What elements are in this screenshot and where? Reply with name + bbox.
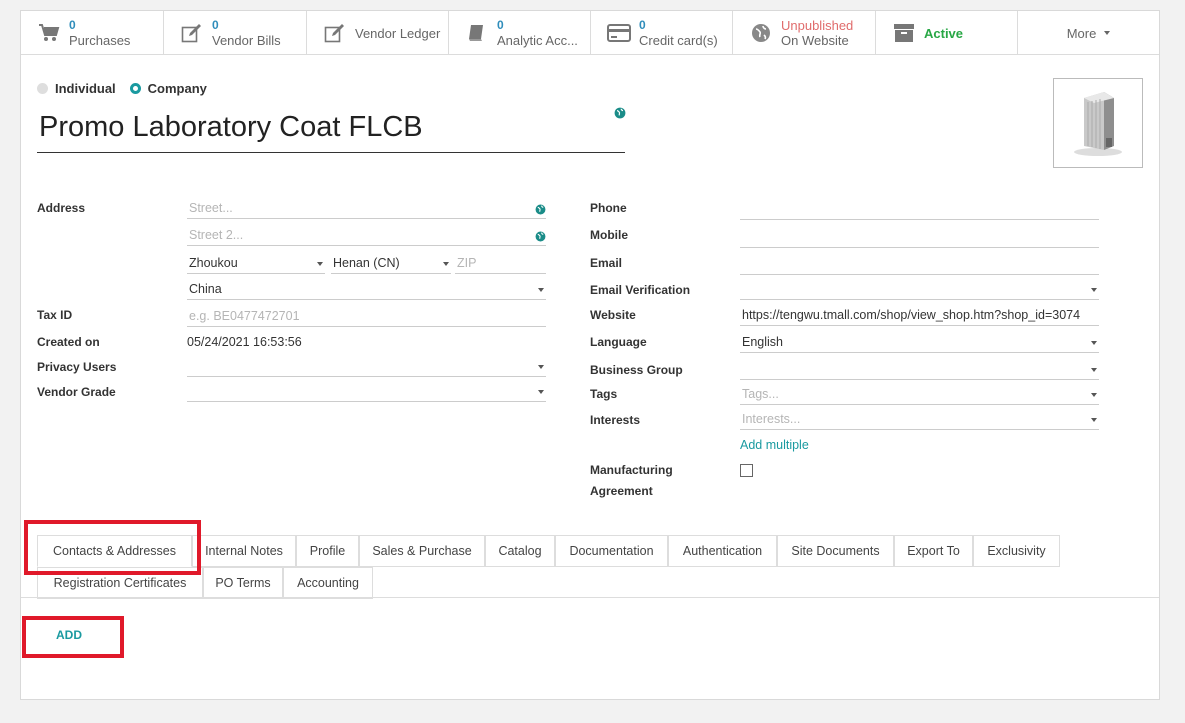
caret-down-icon [1091, 288, 1097, 292]
active-toggle-button[interactable]: Active [876, 11, 1018, 55]
language-select[interactable]: English [740, 333, 1099, 353]
tax-id-label: Tax ID [37, 308, 73, 322]
caret-down-icon [538, 288, 544, 292]
tab-exclusivity[interactable]: Exclusivity [973, 535, 1060, 567]
address-label: Address [37, 201, 86, 215]
company-type-radio: Individual Company [37, 81, 221, 96]
email-input[interactable] [740, 255, 1099, 275]
globe-icon[interactable] [614, 107, 626, 122]
edit-icon [180, 22, 204, 44]
credit-cards-button[interactable]: 0 Credit card(s) [591, 11, 733, 55]
caret-down-icon [1091, 418, 1097, 422]
email-verification-label: Email Verification [590, 283, 691, 297]
radio-checked-icon [129, 83, 141, 94]
add-button[interactable]: ADD [56, 628, 82, 642]
add-multiple-link[interactable]: Add multiple [740, 438, 809, 452]
interests-label: Interests [590, 413, 641, 427]
tab-site-documents[interactable]: Site Documents [777, 535, 894, 567]
created-on-value: 05/24/2021 16:53:56 [187, 335, 302, 349]
smart-button-box: 0 Purchases 0 Vendor Bills Vendor Ledger 0… [21, 11, 1159, 55]
mobile-label: Mobile [590, 228, 628, 242]
tab-export-to[interactable]: Export To [894, 535, 973, 567]
tags-label: Tags [590, 387, 618, 401]
business-group-select[interactable] [740, 360, 1099, 380]
manufacturing-agreement-label: Manufacturing Agreement [590, 463, 673, 498]
caret-down-icon [1104, 31, 1111, 35]
caret-down-icon [538, 390, 544, 394]
globe-icon[interactable] [535, 229, 546, 245]
cart-icon [37, 22, 61, 44]
tab-authentication[interactable]: Authentication [668, 535, 777, 567]
credit-card-icon [607, 22, 631, 44]
tags-input[interactable]: Tags... [740, 385, 1099, 405]
tab-internal-notes[interactable]: Internal Notes [192, 535, 296, 567]
building-icon [1074, 92, 1122, 156]
analytic-accounts-button[interactable]: 0 Analytic Acc... [449, 11, 591, 55]
email-verification-select[interactable] [740, 280, 1099, 300]
purchases-button[interactable]: 0 Purchases [21, 11, 164, 55]
website-publish-button[interactable]: Unpublished On Website [733, 11, 876, 55]
tab-documentation[interactable]: Documentation [555, 535, 668, 567]
caret-down-icon [1091, 368, 1097, 372]
partner-name-field[interactable]: Promo Laboratory Coat FLCB [37, 107, 625, 153]
tab-accounting[interactable]: Accounting [283, 567, 373, 599]
phone-input[interactable] [740, 200, 1099, 220]
edit-icon [323, 22, 347, 44]
globe-icon[interactable] [535, 202, 546, 218]
privacy-users-label: Privacy Users [37, 360, 117, 374]
manufacturing-agreement-checkbox[interactable] [740, 464, 753, 477]
tax-id-input[interactable]: e.g. BE0477472701 [187, 307, 546, 327]
tab-sales-purchase[interactable]: Sales & Purchase [359, 535, 485, 567]
radio-unchecked-icon [37, 83, 48, 94]
tab-divider [21, 597, 1159, 598]
tab-catalog[interactable]: Catalog [485, 535, 555, 567]
city-select[interactable]: Zhoukou [187, 254, 325, 274]
form-sheet: 0 Purchases 0 Vendor Bills Vendor Ledger 0… [20, 10, 1160, 700]
country-select[interactable]: China [187, 280, 546, 300]
created-on-label: Created on [37, 335, 100, 349]
caret-down-icon [1091, 393, 1097, 397]
zip-input[interactable]: ZIP [455, 254, 546, 274]
website-label: Website [590, 308, 636, 322]
phone-label: Phone [590, 201, 627, 215]
street-input[interactable]: Street... [187, 199, 546, 219]
mobile-input[interactable] [740, 228, 1099, 248]
language-label: Language [590, 335, 647, 349]
caret-down-icon [538, 365, 544, 369]
tab-contacts-addresses[interactable]: Contacts & Addresses [37, 535, 192, 567]
caret-down-icon [443, 262, 449, 266]
globe-icon [749, 22, 773, 44]
radio-company[interactable]: Company [129, 81, 207, 96]
street2-input[interactable]: Street 2... [187, 226, 546, 246]
website-input[interactable]: https://tengwu.tmall.com/shop/view_shop.… [740, 306, 1099, 326]
vendor-grade-label: Vendor Grade [37, 385, 116, 399]
business-group-label: Business Group [590, 363, 683, 377]
more-button[interactable]: More [1018, 11, 1159, 55]
interests-input[interactable]: Interests... [740, 410, 1099, 430]
book-icon [465, 22, 489, 44]
vendor-ledger-button[interactable]: Vendor Ledger [307, 11, 449, 55]
partner-image[interactable] [1053, 78, 1143, 168]
tab-registration-certificates[interactable]: Registration Certificates [37, 567, 203, 599]
archive-icon [892, 22, 916, 44]
tab-po-terms[interactable]: PO Terms [203, 567, 283, 599]
vendor-grade-select[interactable] [187, 382, 546, 402]
vendor-bills-button[interactable]: 0 Vendor Bills [164, 11, 307, 55]
email-label: Email [590, 256, 623, 270]
privacy-users-select[interactable] [187, 357, 546, 377]
state-select[interactable]: Henan (CN) [331, 254, 451, 274]
radio-individual[interactable]: Individual [37, 81, 116, 96]
caret-down-icon [1091, 341, 1097, 345]
tab-profile[interactable]: Profile [296, 535, 359, 567]
caret-down-icon [317, 262, 323, 266]
